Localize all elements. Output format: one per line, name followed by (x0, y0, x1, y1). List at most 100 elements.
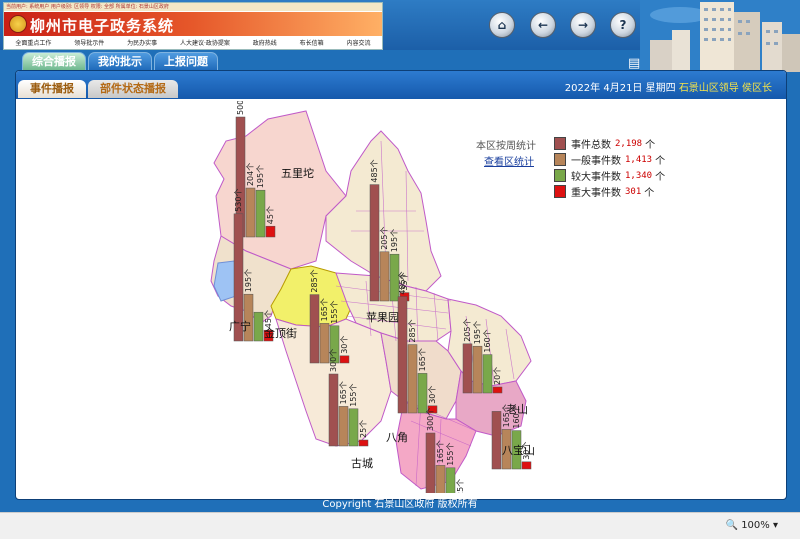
tab-summary[interactable]: 综合播报 (22, 52, 86, 71)
chart-bar (255, 189, 266, 238)
zoom-icon: 🔍 (725, 520, 738, 531)
chart-bar (339, 355, 350, 364)
bar-value-label: 205个 (380, 227, 389, 250)
chart-bar (472, 345, 483, 394)
banner-nav-item[interactable]: 人大建议·政协提案 (180, 38, 230, 48)
site-banner: 当前用户: 系统用户 用户级别: 区领导 权限: 全部 所属单位: 石景山区政府… (3, 2, 383, 50)
bar-value-label: 300个 (426, 408, 435, 431)
bar-value-label: 30个 (340, 336, 349, 354)
status-bar: 🔍 100% ▾ (0, 512, 800, 539)
bar-value-label: 485个 (370, 159, 379, 182)
home-icon[interactable]: ⌂ (489, 12, 515, 38)
header: 当前用户: 系统用户 用户级别: 区领导 权限: 全部 所属单位: 石景山区政府… (0, 0, 800, 72)
forward-icon[interactable]: → (570, 12, 596, 38)
chart-bar (319, 323, 330, 364)
tab-event-broadcast[interactable]: 事件播报 (18, 80, 86, 98)
skyline-illustration (640, 0, 800, 72)
bar-value-label: 25个 (359, 420, 368, 438)
district-name-label[interactable]: 金顶街 (264, 326, 297, 340)
tab-my-instructions[interactable]: 我的批示 (88, 52, 152, 71)
view-district-stats-link[interactable]: 查看区统计 (484, 153, 534, 168)
sub-toolbar: 事件播报 部件状态播报 2022年 4月21日 星期四 石景山区领导 侯区长 (16, 71, 786, 99)
chart-bar (435, 465, 446, 493)
chart-bar (445, 467, 456, 493)
chart-bar (462, 343, 473, 394)
chart-bar (417, 373, 428, 414)
bar-value-label: 195个 (473, 321, 482, 344)
chart-bar (397, 296, 408, 414)
chart-bar (425, 432, 436, 493)
district-name-label[interactable]: 古城 (351, 457, 373, 470)
chart-bar (253, 311, 264, 342)
district-map[interactable]: 500个204个 195个45个485个205个 195个35个530个195个45… (176, 101, 536, 493)
bar-value-label: 45个 (266, 206, 275, 224)
tab-report-problem[interactable]: 上报问题 (154, 52, 218, 71)
district-name-label[interactable]: 苹果园 (366, 310, 399, 324)
footer-copyright: Copyright 石景山区政府 版权所有 (322, 499, 478, 510)
help-icon[interactable]: ? (610, 12, 636, 38)
banner-nav-item[interactable]: 为民办实事 (127, 38, 157, 48)
site-title: 柳州市电子政务系统 (30, 17, 175, 35)
zoom-level: 100% (741, 520, 770, 531)
bar-value-label: 160个 (483, 329, 492, 352)
legend-swatch (554, 185, 566, 198)
message-icon[interactable]: ▤ (628, 56, 640, 71)
chart-bar (348, 408, 359, 447)
bar-value-label: 30个 (428, 386, 437, 404)
content-panel: 事件播报 部件状态播报 2022年 4月21日 星期四 石景山区领导 侯区长 5… (15, 70, 787, 500)
bar-value-label: 165个 (418, 348, 427, 371)
district-name-label[interactable]: 广宁 (229, 319, 251, 333)
banner-nav: 全面重点工作 领导批示件 为民办实事 人大建议·政协提案 政府热线 布长信箱 内… (4, 38, 382, 48)
main-tabs: 综合播报 我的批示 上报问题 (22, 52, 218, 71)
bar-value-label: 285个 (408, 319, 417, 342)
bar-value-label: 500个 (236, 101, 245, 115)
legend-swatch (554, 137, 566, 150)
banner-nav-item[interactable]: 政府热线 (253, 38, 277, 48)
district-name-label[interactable]: 老山 (506, 403, 528, 416)
zoom-control[interactable]: 🔍 100% ▾ (726, 520, 778, 531)
leader-name: 石景山区领导 侯区长 (678, 83, 772, 94)
legend-swatch (554, 153, 566, 166)
date-line: 2022年 4月21日 星期四 石景山区领导 侯区长 (565, 79, 772, 94)
tab-component-status[interactable]: 部件状态播报 (88, 80, 178, 98)
legend-item: 重大事件数 301 个 (554, 185, 654, 199)
chart-bar (491, 411, 502, 470)
banner-nav-item[interactable]: 领导批示件 (74, 38, 104, 48)
district-name-label[interactable]: 八宝山 (502, 443, 535, 457)
bar-value-label: 25个 (456, 479, 465, 493)
chart-bar (243, 293, 254, 342)
chart-bar (407, 344, 418, 414)
banner-nav-item[interactable]: 内容交流 (346, 38, 370, 48)
bar-value-label: 485个 (398, 271, 407, 294)
bar-value-label: 195个 (244, 269, 253, 292)
current-date: 2022年 4月21日 星期四 (564, 83, 676, 94)
district-name-label[interactable]: 五里坨 (281, 166, 314, 180)
bar-value-label: 155个 (330, 301, 339, 324)
banner-title-strip: 柳州市电子政务系统 (4, 12, 382, 36)
chart-bar (379, 251, 390, 302)
chart-bar (521, 461, 532, 470)
sub-tabs: 事件播报 部件状态播报 (18, 80, 178, 98)
bar-value-label: 45个 (264, 310, 273, 328)
chart-bar (265, 225, 276, 238)
chart-bar (338, 406, 349, 447)
legend-period-label: 本区按周统计 (476, 141, 536, 152)
bar-value-label: 530个 (234, 189, 243, 212)
legend-item: 较大事件数 1,340 个 (554, 169, 665, 183)
bar-value-label: 195个 (256, 165, 265, 188)
district-name-label[interactable]: 八角 (386, 431, 408, 444)
bar-value-label: 155个 (349, 384, 358, 407)
banner-nav-item[interactable]: 布长信箱 (300, 38, 324, 48)
legend-item: 事件总数 2,198 个 (554, 137, 655, 151)
back-icon[interactable]: ← (530, 12, 556, 38)
bar-value-label: 20个 (493, 367, 502, 385)
bar-value-label: 205个 (463, 319, 472, 342)
bar-value-label: 165个 (320, 298, 329, 321)
legend-item: 一般事件数 1,413 个 (554, 153, 665, 167)
chart-bar (482, 354, 493, 394)
banner-nav-item[interactable]: 全面重点工作 (15, 38, 51, 48)
bar-value-label: 165个 (339, 381, 348, 404)
bar-value-label: 285个 (310, 269, 319, 292)
chevron-down-icon: ▾ (772, 520, 778, 531)
chart-bar (358, 439, 369, 447)
